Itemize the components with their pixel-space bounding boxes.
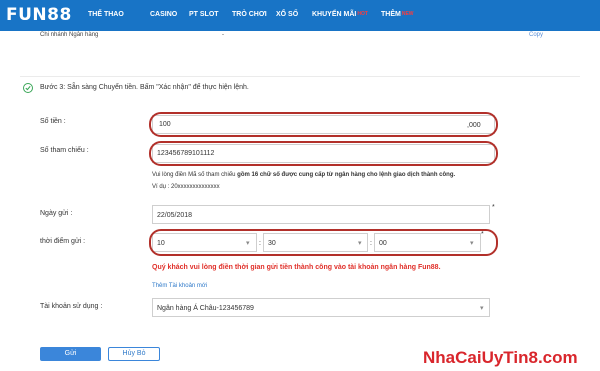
nav-label: THÊM [381,11,401,18]
nav-casino[interactable]: CASINO [150,11,177,18]
nav-label: PT SLOT [189,11,219,18]
nav-lottery[interactable]: XỔ SỐ [276,11,298,18]
reference-label: Số tham chiếu : [40,147,89,154]
date-label: Ngày gửi : [40,210,73,217]
nav-label: XỔ SỐ [276,11,299,18]
bank-branch-value: - [222,32,224,38]
time-label: thời điểm gửi : [40,238,86,245]
nav-pt-slot[interactable]: PT SLOT [189,11,219,18]
amount-label: Số tiền : [40,118,66,125]
fun88-logo[interactable]: FUN88 [6,5,72,25]
step-instruction: Bước 3: Sẵn sàng Chuyển tiền. Bấm "Xác n… [40,84,249,91]
nav-label: THỂ THAO [88,11,124,18]
bank-branch-row: Chi nhánh Ngân hàng - Copy [0,31,600,43]
nav-games[interactable]: TRÒ CHƠI [232,11,267,18]
reference-hint: Vui lòng điền Mã số tham chiếu gồm 16 ch… [152,172,455,178]
new-badge: NEW [401,11,414,17]
submit-button[interactable]: Gửi [40,347,101,361]
site-watermark: NhaCaiUyTin8.com [423,348,578,367]
time-warning: Quý khách vui lòng điền thời gian gửi ti… [152,264,441,271]
required-mark: * [492,204,495,211]
nav-label: CASINO [150,11,178,18]
section-divider [20,76,580,77]
date-value: 22/05/2018 [157,212,193,219]
nav-sports[interactable]: THỂ THAO [88,11,124,18]
chevron-down-icon: ▾ [480,305,484,312]
cancel-button[interactable]: Hủy Bỏ [108,347,160,361]
amount-highlight [149,112,498,137]
account-value: Ngân hàng Á Châu-123456789 [157,305,254,312]
nav-more[interactable]: THÊMNEW [381,11,414,18]
account-label: Tài khoản sử dụng : [40,303,103,310]
check-circle-icon [23,83,33,93]
hot-badge: HOT [357,11,368,17]
nav-promotions[interactable]: KHUYẾN MÃIHOT [312,11,368,18]
time-highlight [149,229,498,256]
reference-example: Ví dụ : 20xxxxxxxxxxxxxx [152,184,220,190]
nav-label: KHUYẾN MÃI [312,11,357,18]
hint-text: Vui lòng điền Mã số tham chiếu [152,172,238,178]
bank-branch-label: Chi nhánh Ngân hàng [40,32,99,38]
reference-highlight [149,141,498,166]
top-navigation-bar: FUN88 THỂ THAO CASINO PT SLOT TRÒ CHƠI X… [0,0,600,31]
date-input[interactable] [152,205,490,224]
hint-bold-text: gồm 16 chữ số được cung cấp từ ngân hàng… [237,172,456,178]
nav-label: TRÒ CHƠI [232,11,267,18]
copy-link[interactable]: Copy [529,32,543,38]
add-account-link[interactable]: Thêm Tài khoản mới [152,283,207,289]
